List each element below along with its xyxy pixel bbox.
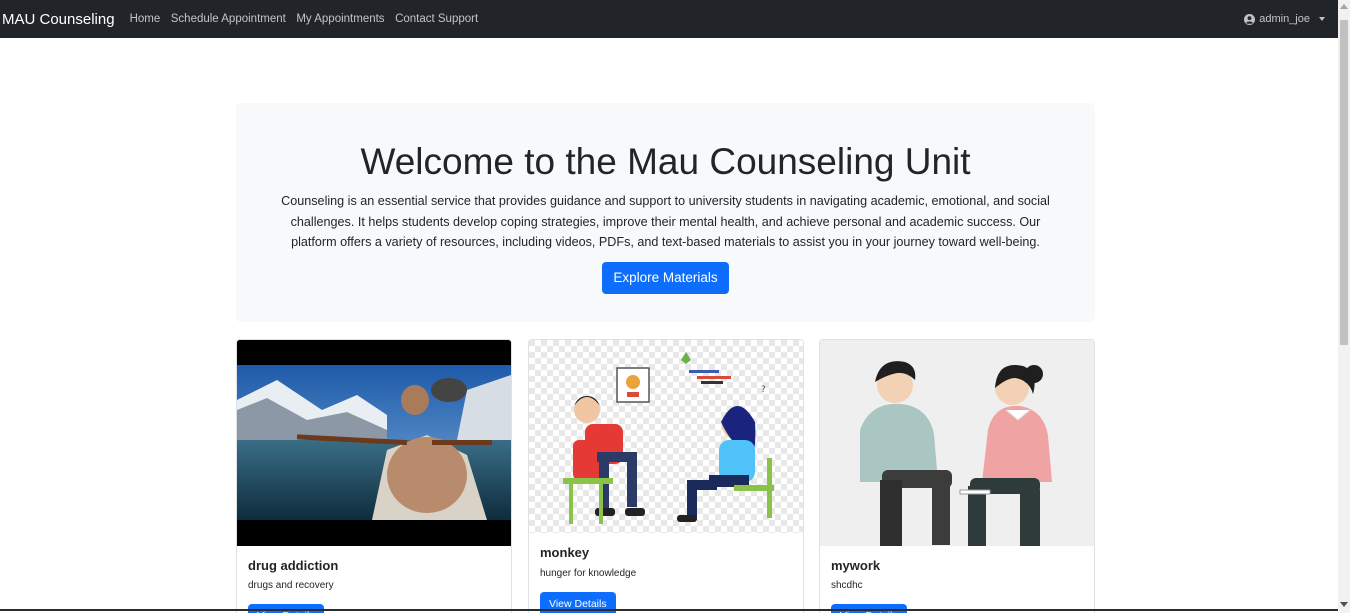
material-card: ? monkey hunger for knowledge View Detai… xyxy=(528,339,804,613)
hero-description: Counseling is an essential service that … xyxy=(281,194,1050,249)
chevron-down-icon xyxy=(1319,17,1325,21)
nav-home[interactable]: Home xyxy=(130,13,161,25)
user-name: admin_joe xyxy=(1259,13,1310,25)
nav-contact-support[interactable]: Contact Support xyxy=(395,13,478,25)
user-dropdown[interactable]: admin_joe xyxy=(1244,0,1325,38)
explore-materials-button[interactable]: Explore Materials xyxy=(602,261,729,294)
card-image: ? xyxy=(529,340,803,533)
welcome-hero: Welcome to the Mau Counseling Unit Couns… xyxy=(236,103,1095,322)
card-title: monkey xyxy=(540,545,590,560)
page-scrollbar[interactable] xyxy=(1338,0,1350,613)
svg-text:?: ? xyxy=(761,385,766,395)
nav-links: Home Schedule Appointment My Appointment… xyxy=(130,13,489,25)
hero-title: Welcome to the Mau Counseling Unit xyxy=(360,141,971,182)
card-image xyxy=(820,340,1094,546)
nav-schedule-appointment[interactable]: Schedule Appointment xyxy=(171,13,286,25)
nav-my-appointments[interactable]: My Appointments xyxy=(296,13,384,25)
card-title: drug addiction xyxy=(248,558,339,573)
card-description: hunger for knowledge xyxy=(540,568,637,579)
material-card: mywork shcdhc View Details xyxy=(819,339,1095,613)
card-description: shcdhc xyxy=(831,580,863,591)
scroll-down-arrow-icon[interactable] xyxy=(1340,602,1348,607)
brand-link[interactable]: MAU Counseling xyxy=(2,11,115,28)
two-people-talking-image xyxy=(820,340,1094,546)
scroll-thumb[interactable] xyxy=(1340,20,1348,345)
card-video-thumbnail[interactable] xyxy=(237,340,511,546)
card-title: mywork xyxy=(831,558,881,573)
material-card: drug addiction drugs and recovery View D… xyxy=(236,339,512,613)
user-circle-icon xyxy=(1244,13,1256,25)
card-description: drugs and recovery xyxy=(248,580,334,591)
counseling-illustration-image: ? xyxy=(529,340,803,533)
boat-lake-image xyxy=(237,340,511,546)
scroll-up-arrow-icon[interactable] xyxy=(1340,4,1348,9)
top-navbar: MAU Counseling Home Schedule Appointment… xyxy=(0,0,1338,38)
bottom-divider xyxy=(0,609,1338,611)
